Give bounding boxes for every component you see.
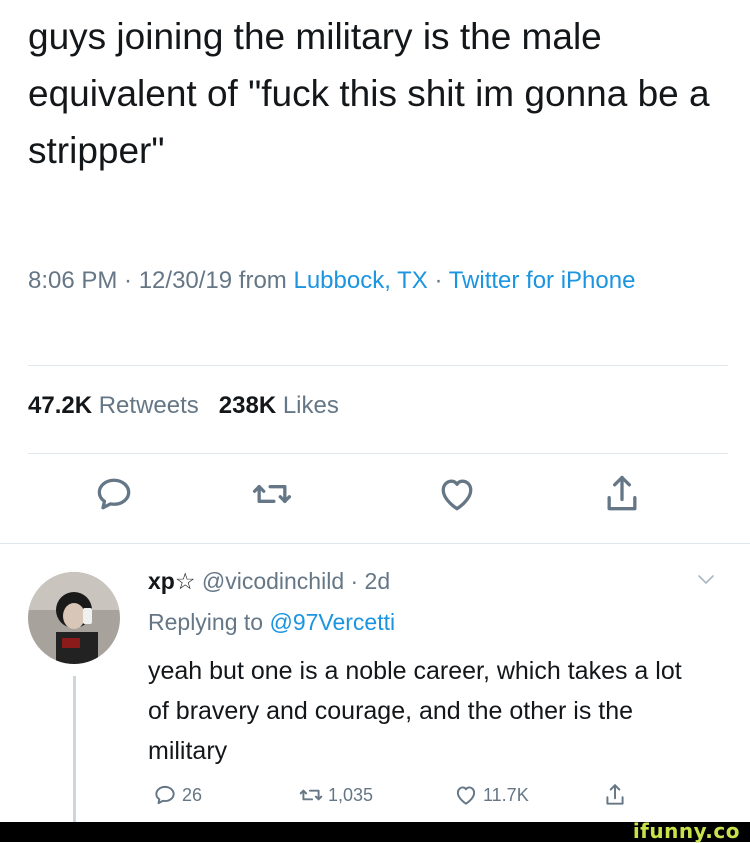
avatar-photo (28, 572, 120, 664)
tweet-timestamp: 8:06 PM · 12/30/19 from (28, 267, 294, 294)
share-icon (607, 475, 637, 511)
reply-header: xp☆ @vicodinchild · 2d (148, 566, 390, 596)
tweet-text: guys joining the military is the male eq… (28, 16, 710, 171)
retweet-button[interactable] (250, 472, 294, 516)
replying-to-handle[interactable]: @97Vercetti (269, 609, 395, 635)
reply-author-name[interactable]: xp☆ (148, 568, 195, 594)
reply-share-button[interactable] (602, 782, 628, 808)
like-button[interactable] (435, 472, 479, 516)
reply-retweets-count: 1,035 (328, 784, 374, 805)
replying-prefix: Replying to (148, 609, 270, 635)
divider-top (28, 365, 728, 366)
tweet-action-bar (0, 472, 750, 522)
replying-to: Replying to @97Vercetti (148, 607, 395, 637)
reply-replies-count: 26 (182, 784, 203, 805)
reply-like-button[interactable]: 11.7K (453, 782, 529, 808)
retweet-icon (252, 485, 292, 503)
avatar[interactable] (28, 572, 120, 664)
heart-icon (456, 786, 476, 805)
reply-button[interactable] (92, 472, 136, 516)
meta-separator: · (427, 267, 449, 294)
heart-icon (441, 479, 473, 511)
ifunny-logo: ifunny.co (632, 819, 740, 843)
reply-author-handle[interactable]: @vicodinchild (202, 568, 344, 594)
likes-label: Likes (282, 392, 339, 419)
reply-bubble-icon (97, 478, 131, 510)
likes-count: 238K (218, 392, 277, 419)
retweets-count: 47.2K (28, 392, 93, 419)
share-icon (606, 784, 624, 805)
divider-reply (0, 543, 750, 544)
reply-likes-count: 11.7K (483, 784, 529, 805)
watermark-bar: ifunny.co (0, 819, 750, 843)
retweets-stat[interactable]: 47.2K Retweets (28, 392, 199, 419)
retweets-label: Retweets (98, 392, 199, 419)
tweet-stats: 47.2K Retweets 238K Likes (28, 392, 339, 420)
reply-reply-button[interactable]: 26 (152, 782, 202, 808)
reply-text: yeah but one is a noble career, which ta… (148, 657, 682, 765)
reply-retweet-button[interactable]: 1,035 (298, 782, 373, 808)
divider-middle (28, 453, 728, 454)
tweet-location-link[interactable]: Lubbock, TX (293, 267, 427, 294)
tweet-source-link[interactable]: Twitter for iPhone (449, 267, 636, 294)
likes-stat[interactable]: 238K Likes (219, 392, 339, 419)
reply-action-bar: 26 1,035 11.7K (0, 782, 750, 816)
reply-age: · 2d (350, 568, 391, 594)
retweet-icon (299, 789, 323, 801)
chevron-down-icon[interactable] (696, 570, 716, 590)
reply-bubble-icon (155, 785, 175, 805)
share-button[interactable] (600, 472, 644, 516)
tweet-metadata: 8:06 PM · 12/30/19 from Lubbock, TX · Tw… (28, 260, 728, 301)
